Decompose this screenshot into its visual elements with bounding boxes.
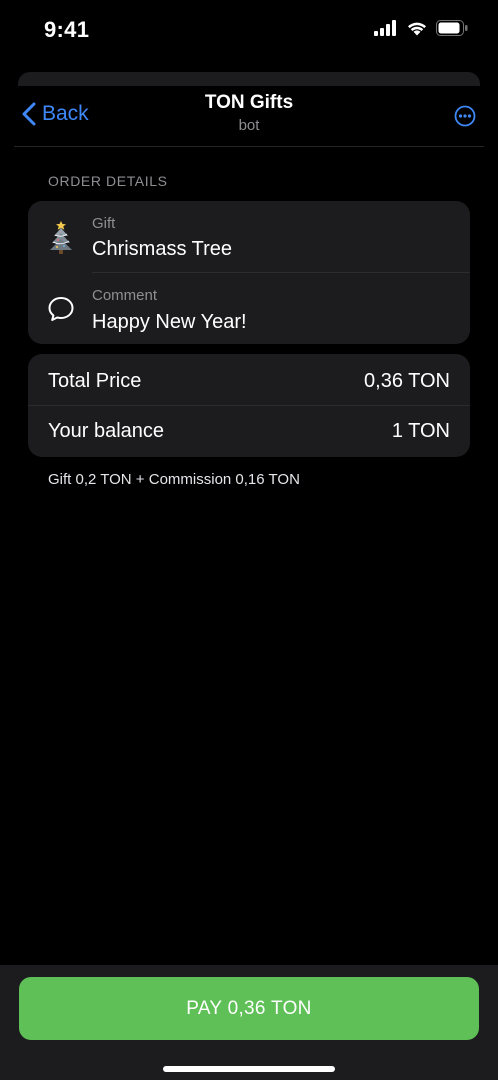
nav-title: TON Gifts xyxy=(204,92,294,113)
order-details-card: Gift Chrismass Tree Comment Happy New Ye… xyxy=(28,201,470,344)
gift-row: Gift Chrismass Tree xyxy=(28,201,470,272)
pay-button[interactable]: PAY 0,36 TON xyxy=(19,977,479,1040)
total-price-value: 0,36 TON xyxy=(364,369,450,392)
comment-label: Comment xyxy=(92,287,158,304)
total-price-label: Total Price xyxy=(48,369,142,392)
wifi-icon xyxy=(408,22,426,36)
gift-value: Chrismass Tree xyxy=(92,238,233,260)
gift-label: Gift xyxy=(92,215,116,232)
cellular-signal-icon xyxy=(374,20,396,36)
more-options-icon[interactable] xyxy=(454,105,476,127)
balance-value: 1 TON xyxy=(391,419,450,442)
order-details-header: ORDER DETAILS xyxy=(48,173,168,189)
christmas-tree-icon xyxy=(46,219,76,255)
comment-value: Happy New Year! xyxy=(92,311,247,333)
balance-row: Your balance 1 TON xyxy=(48,406,450,456)
balance-label: Your balance xyxy=(48,419,165,442)
nav-subtitle: bot xyxy=(238,117,260,134)
price-card: Total Price 0,36 TON Your balance 1 TON xyxy=(28,354,470,457)
price-breakdown: Gift 0,2 TON + Commission 0,16 TON xyxy=(48,471,300,488)
nav-title-group: TON Gifts bot xyxy=(14,92,484,134)
comment-row: Comment Happy New Year! xyxy=(28,273,470,344)
nav-bar: Back TON Gifts bot xyxy=(14,86,484,147)
status-bar: 9:41 xyxy=(0,0,498,60)
battery-icon xyxy=(436,20,468,36)
screen: 9:41 Back TON Gifts bot ORDER DETAILS Gi… xyxy=(0,0,498,1080)
total-price-row: Total Price 0,36 TON xyxy=(48,356,450,406)
status-time: 9:41 xyxy=(44,17,90,42)
bottom-bar: PAY 0,36 TON xyxy=(0,965,498,1080)
speech-bubble-icon xyxy=(46,291,76,327)
home-indicator xyxy=(163,1066,335,1072)
status-icons xyxy=(374,20,468,36)
